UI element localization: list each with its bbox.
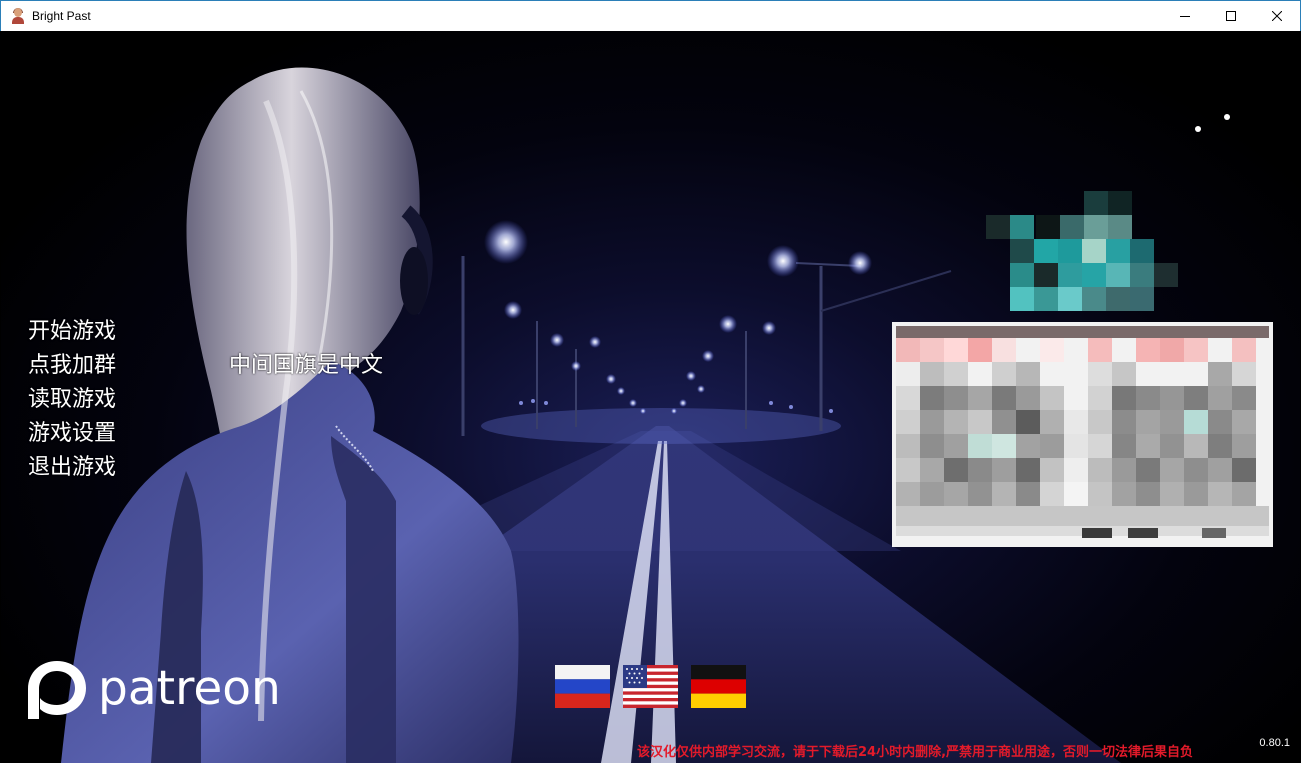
close-icon xyxy=(1272,11,1282,21)
game-title-screen: 开始游戏 点我加群 读取游戏 游戏设置 退出游戏 中间国旗是中文 patreon xyxy=(1,31,1300,763)
maximize-icon xyxy=(1226,11,1236,21)
maximize-button[interactable] xyxy=(1208,1,1254,31)
patreon-logo-icon xyxy=(28,661,86,719)
pixelated-banner-image xyxy=(892,322,1273,547)
menu-join-group[interactable]: 点我加群 xyxy=(28,349,116,383)
window-titlebar[interactable]: Bright Past xyxy=(0,0,1301,31)
pixelated-logo-image xyxy=(986,191,1178,311)
patreon-wordmark: patreon xyxy=(98,661,281,716)
russia-flag-icon[interactable] xyxy=(555,665,610,708)
language-flags xyxy=(555,665,759,708)
app-icon xyxy=(11,8,25,24)
language-hint-text: 中间国旗是中文 xyxy=(229,353,384,378)
minimize-icon xyxy=(1180,16,1190,17)
menu-load-game[interactable]: 读取游戏 xyxy=(28,383,116,417)
minimize-button[interactable] xyxy=(1162,1,1208,31)
main-menu: 开始游戏 点我加群 读取游戏 游戏设置 退出游戏 xyxy=(28,315,116,485)
close-button[interactable] xyxy=(1254,1,1300,31)
menu-settings[interactable]: 游戏设置 xyxy=(28,417,116,451)
menu-quit-game[interactable]: 退出游戏 xyxy=(28,451,116,485)
menu-start-game[interactable]: 开始游戏 xyxy=(28,315,116,349)
window-title: Bright Past xyxy=(32,9,91,23)
germany-flag-icon[interactable] xyxy=(691,665,746,708)
usa-flag-icon[interactable] xyxy=(623,665,678,708)
translation-disclaimer: 该汉化仅供内部学习交流，请于下载后24小时内删除,严禁用于商业用途，否则一切法律… xyxy=(637,745,1194,760)
patreon-button[interactable]: patreon xyxy=(24,657,281,721)
